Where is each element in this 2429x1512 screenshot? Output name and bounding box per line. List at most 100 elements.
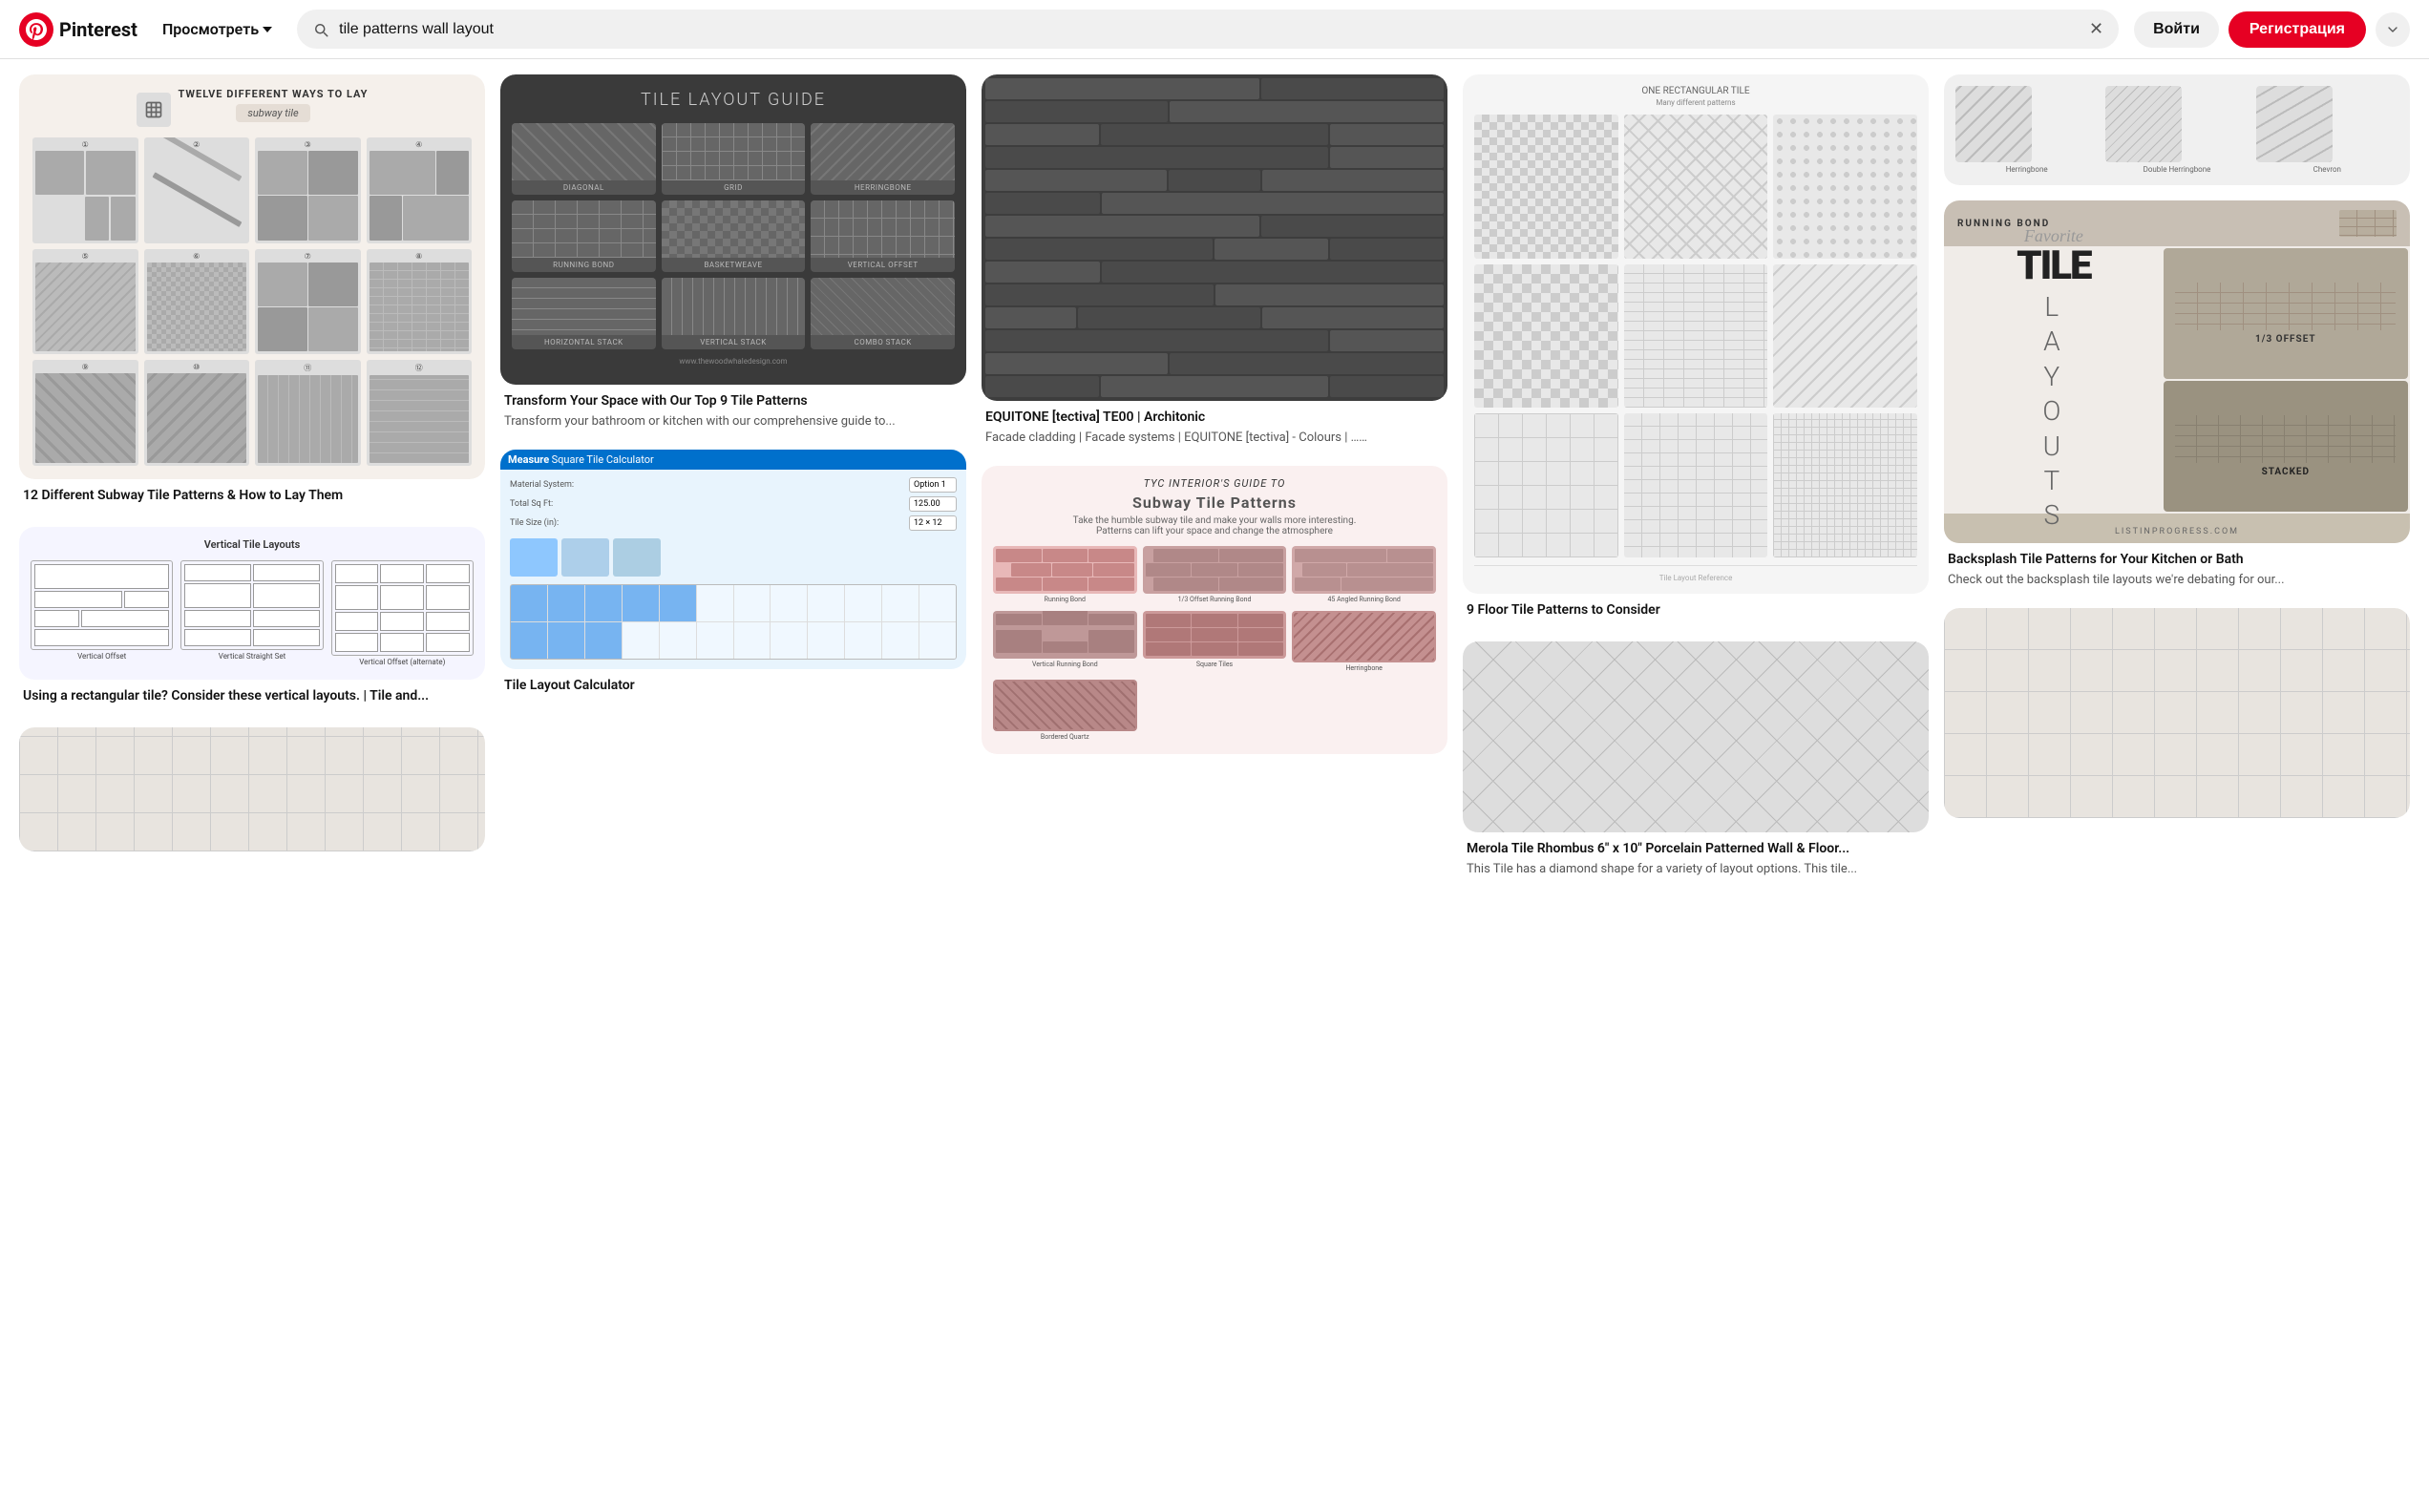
- pin-title: Merola Tile Rhombus 6" x 10" Porcelain P…: [1467, 840, 1925, 857]
- plain-tile-image: [19, 727, 485, 851]
- pin-card[interactable]: Measure Square Tile Calculator Material …: [500, 450, 966, 702]
- herring-cell-container: Chevron: [2256, 86, 2398, 174]
- s-label: Vertical Running Bond: [993, 659, 1137, 670]
- guide-cell-vertical-offset: VERTICAL OFFSET: [811, 200, 955, 272]
- pin-info: Using a rectangular tile? Consider these…: [19, 680, 485, 712]
- pin-info: 12 Different Subway Tile Patterns & How …: [19, 479, 485, 512]
- calc-grid-area: [510, 584, 957, 660]
- stacked-label: STACKED: [2262, 467, 2311, 477]
- tile-pattern-grid: ① ② ③: [32, 137, 472, 466]
- guide-grid: DIAGONAL GRID HERRINGBONE RUNNING BOND: [512, 123, 955, 349]
- calc-input[interactable]: Option 1: [909, 477, 957, 493]
- guide-cell-herringbone: HERRINGBONE: [811, 123, 955, 195]
- more-options-button[interactable]: [2376, 12, 2410, 47]
- calc-label: Material System:: [510, 480, 903, 490]
- pin-info: Merola Tile Rhombus 6" x 10" Porcelain P…: [1463, 832, 1929, 882]
- pin-title: Using a rectangular tile? Consider these…: [23, 687, 481, 704]
- s-label: 1/3 Offset Running Bond: [1143, 594, 1287, 605]
- pin-title: Backsplash Tile Patterns for Your Kitche…: [1948, 551, 2406, 568]
- floor-grid: [1474, 115, 1917, 557]
- v-label: Vertical Offset (alternate): [331, 656, 474, 668]
- pin-card[interactable]: Herringbone Double Herringbone Chevron: [1944, 74, 2410, 185]
- floor-cell: [1474, 413, 1618, 557]
- s-label: Running Bond: [993, 594, 1137, 605]
- signup-button[interactable]: Регистрация: [2228, 11, 2366, 48]
- herringbone-pattern: [1955, 86, 2032, 162]
- calc-input[interactable]: 125.00: [909, 496, 957, 512]
- guide-title: TILE LAYOUT GUIDE: [512, 90, 955, 110]
- floor-cell: [1773, 413, 1917, 557]
- tile-cell: ②: [144, 137, 250, 243]
- s-label: Square Tiles: [1143, 659, 1287, 670]
- pin-card[interactable]: [19, 727, 485, 851]
- search-input[interactable]: [339, 21, 2080, 38]
- backsplash-offset: 1/3 OFFSET: [2164, 248, 2408, 379]
- s-label: 45 Angled Running Bond: [1292, 594, 1436, 605]
- backsplash-right-panel: 1/3 OFFSET STACKED: [2164, 246, 2410, 514]
- hex-pattern: [1773, 115, 1917, 259]
- pin-title: 12 Different Subway Tile Patterns & How …: [23, 487, 481, 504]
- pin-card[interactable]: EQUITONE [tectiva] TE00 | Architonic Fac…: [982, 74, 1447, 451]
- subway-patterns-guide-title: TYC INTERIOR'S GUIDE TO: [993, 477, 1436, 490]
- logo-text: Pinterest: [59, 18, 137, 41]
- mosaic-pattern: [1773, 413, 1917, 557]
- pin-info: Tile Layout Calculator: [500, 669, 966, 702]
- pin-card[interactable]: RUNNING BOND Favorite TILE L A Y O U: [1944, 200, 2410, 593]
- guide-cell-v-stack: VERTICAL STACK: [662, 278, 806, 349]
- pin-card[interactable]: TWELVE DIFFERENT WAYS TO LAY subway tile…: [19, 74, 485, 512]
- herring-cell-container: Double Herringbone: [2105, 86, 2248, 174]
- subway-patterns-card: TYC INTERIOR'S GUIDE TO Subway Tile Patt…: [982, 466, 1447, 754]
- floor-cell: [1624, 264, 1768, 409]
- double-herringbone-pattern: [2105, 86, 2182, 162]
- calc-label: Tile Size (in):: [510, 518, 903, 528]
- pin-info: 9 Floor Tile Patterns to Consider: [1463, 594, 1929, 626]
- vertical-layouts-card: Vertical Tile Layouts Vertical Offset: [19, 527, 485, 680]
- search-icon: [312, 21, 329, 38]
- logo-area: Pinterest: [19, 12, 137, 47]
- vertical-cell: Vertical Offset: [31, 560, 173, 668]
- backsplash-running: RUNNING BOND: [1944, 200, 2410, 246]
- calc-blue-box3: [613, 538, 661, 577]
- guide-card: TILE LAYOUT GUIDE DIAGONAL GRID HERRINGB…: [500, 74, 966, 385]
- browse-nav[interactable]: Просмотреть: [153, 12, 282, 46]
- herring-label: Herringbone: [1955, 165, 2098, 174]
- guide-cell-running-bond: RUNNING BOND: [512, 200, 656, 272]
- tile-cell: ④: [367, 137, 473, 243]
- herring-grid: Herringbone Double Herringbone Chevron: [1955, 86, 2398, 174]
- calc-row: Material System: Option 1: [510, 477, 957, 493]
- pin-card[interactable]: TILE LAYOUT GUIDE DIAGONAL GRID HERRINGB…: [500, 74, 966, 434]
- pinterest-logo-icon[interactable]: [19, 12, 53, 47]
- pin-card[interactable]: Merola Tile Rhombus 6" x 10" Porcelain P…: [1463, 641, 1929, 882]
- offset-pattern: [1624, 413, 1768, 557]
- subway-cell-container: Square Tiles: [1143, 611, 1287, 674]
- guide-cell-h-stack: HORIZONTAL STACK: [512, 278, 656, 349]
- calc-input[interactable]: 12 × 12: [909, 515, 957, 531]
- pin-title: EQUITONE [tectiva] TE00 | Architonic: [985, 409, 1444, 426]
- clear-search-button[interactable]: ✕: [2089, 19, 2103, 39]
- pin-card[interactable]: Vertical Tile Layouts Vertical Offset: [19, 527, 485, 712]
- floor-cell: [1474, 115, 1618, 259]
- offset-preview: [2175, 283, 2396, 330]
- rhombus-card: [1463, 641, 1929, 832]
- header: Pinterest Просмотреть ✕ Войти Регистраци…: [0, 0, 2429, 59]
- subway-cell-container: 45 Angled Running Bond: [1292, 546, 1436, 605]
- layouts-text: L: [2044, 290, 2062, 325]
- v-label: Vertical Offset: [31, 650, 173, 662]
- calc-label: Total Sq Ft:: [510, 499, 903, 509]
- brick-pattern: [1624, 264, 1768, 409]
- floor-cell: [1624, 115, 1768, 259]
- pin-card[interactable]: [1944, 608, 2410, 818]
- guide-cell-basketweave: BASKETWEAVE: [662, 200, 806, 272]
- pin-desc: Check out the backsplash tile layouts we…: [1948, 572, 2406, 589]
- backsplash-stacked: STACKED: [2164, 381, 2408, 512]
- vertical-cell: Vertical Straight Set: [180, 560, 323, 668]
- vertical-title: Vertical Tile Layouts: [31, 538, 474, 551]
- backsplash-footer: LISTINPROGRESS.COM: [1944, 514, 2410, 543]
- pin-card[interactable]: ONE RECTANGULAR TILE Many different patt…: [1463, 74, 1929, 626]
- check-pattern: [1474, 115, 1618, 259]
- pin-card[interactable]: TYC INTERIOR'S GUIDE TO Subway Tile Patt…: [982, 466, 1447, 754]
- tile-cell: ⑤: [32, 249, 138, 355]
- header-actions: Войти Регистрация: [2134, 11, 2410, 48]
- login-button[interactable]: Войти: [2134, 11, 2219, 48]
- large-pattern: [1474, 413, 1618, 557]
